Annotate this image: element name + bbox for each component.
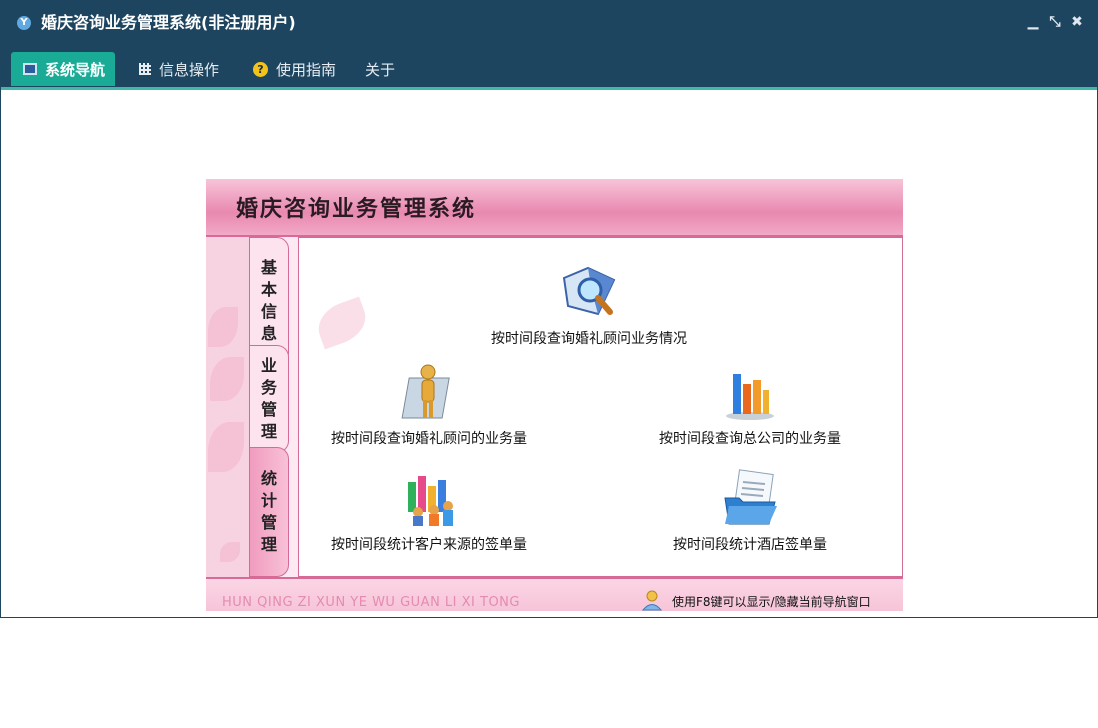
tab-label: 信息操作 (159, 60, 220, 79)
person-chart-icon (401, 364, 450, 419)
stat-customer-source-signings[interactable]: 按时间段统计客户来源的签单量 (331, 468, 527, 554)
close-icon[interactable]: ✖ (1069, 13, 1085, 31)
app-logo-icon: Y (17, 16, 31, 30)
query-consultant-business-status[interactable]: 按时间段查询婚礼顾问业务情况 (491, 262, 687, 348)
menu-bar: 系统导航 信息操作 ? 使用指南 关于 (1, 45, 1097, 90)
tab-system-navigation[interactable]: 系统导航 (11, 52, 116, 86)
footer-hint: 使用F8键可以显示/隐藏当前导航窗口 (672, 595, 871, 609)
tab-label: 关于 (365, 60, 396, 79)
tab-user-guide[interactable]: ? 使用指南 (253, 52, 336, 86)
petal-decoration (312, 296, 372, 350)
nav-header: 婚庆咨询业务管理系统 (206, 179, 903, 237)
tab-info-operations[interactable]: 信息操作 (139, 52, 219, 86)
window-title: 婚庆咨询业务管理系统(非注册用户) (41, 13, 296, 32)
query-consultant-business-volume[interactable]: 按时间段查询婚礼顾问的业务量 (331, 362, 527, 448)
petal-decoration (208, 307, 238, 347)
side-tab-label: 基本信息 (260, 258, 277, 343)
side-tab-label: 业务管理 (260, 356, 277, 441)
item-label: 按时间段查询总公司的业务量 (659, 431, 841, 447)
navigation-panel: 婚庆咨询业务管理系统 基本信息 业务管理 统计管理 按时间段查询婚礼顾问业务情况… (206, 179, 903, 611)
main-window: Y 婚庆咨询业务管理系统(非注册用户) ▁ ⤡ ✖ 系统导航 信息操作 ? 使用… (0, 0, 1098, 618)
item-label: 按时间段统计酒店签单量 (673, 537, 827, 553)
petal-decoration (210, 357, 244, 401)
help-icon: ? (253, 61, 268, 77)
nav-footer: HUN QING ZI XUN YE WU GUAN LI XI TONG 使用… (206, 577, 903, 611)
user-info-icon (641, 590, 663, 611)
folder-document-icon (724, 469, 777, 525)
item-label: 按时间段统计客户来源的签单量 (331, 537, 527, 553)
query-company-business-volume[interactable]: 按时间段查询总公司的业务量 (659, 362, 841, 448)
side-tab-label: 统计管理 (260, 469, 277, 554)
side-tab-business-management[interactable]: 业务管理 (249, 345, 289, 453)
monitor-icon (23, 63, 37, 75)
bar-chart-icon (726, 374, 774, 420)
footer-brand: HUN QING ZI XUN YE WU GUAN LI XI TONG (222, 595, 520, 610)
book-magnifier-icon (562, 266, 616, 316)
group-chart-icon (408, 476, 453, 526)
tab-about[interactable]: 关于 (365, 52, 395, 86)
petal-decoration (208, 422, 244, 472)
title-bar[interactable]: Y 婚庆咨询业务管理系统(非注册用户) ▁ ⤡ ✖ (1, 1, 1097, 45)
tab-label: 使用指南 (276, 60, 337, 79)
tab-label: 系统导航 (45, 60, 106, 79)
nav-header-title: 婚庆咨询业务管理系统 (236, 196, 477, 222)
petal-decoration (220, 542, 240, 562)
grid-icon (139, 63, 151, 75)
nav-content: 按时间段查询婚礼顾问业务情况 按时间段查询婚礼顾问的业务量 按时间段查询总公司的… (298, 237, 903, 577)
side-tab-statistics-management[interactable]: 统计管理 (249, 447, 289, 577)
side-decoration (206, 237, 250, 577)
restore-icon[interactable]: ⤡ (1047, 13, 1063, 31)
stat-hotel-signings[interactable]: 按时间段统计酒店签单量 (673, 468, 827, 554)
minimize-icon[interactable]: ▁ (1025, 13, 1041, 31)
item-label: 按时间段查询婚礼顾问的业务量 (331, 431, 527, 447)
item-label: 按时间段查询婚礼顾问业务情况 (491, 331, 687, 347)
